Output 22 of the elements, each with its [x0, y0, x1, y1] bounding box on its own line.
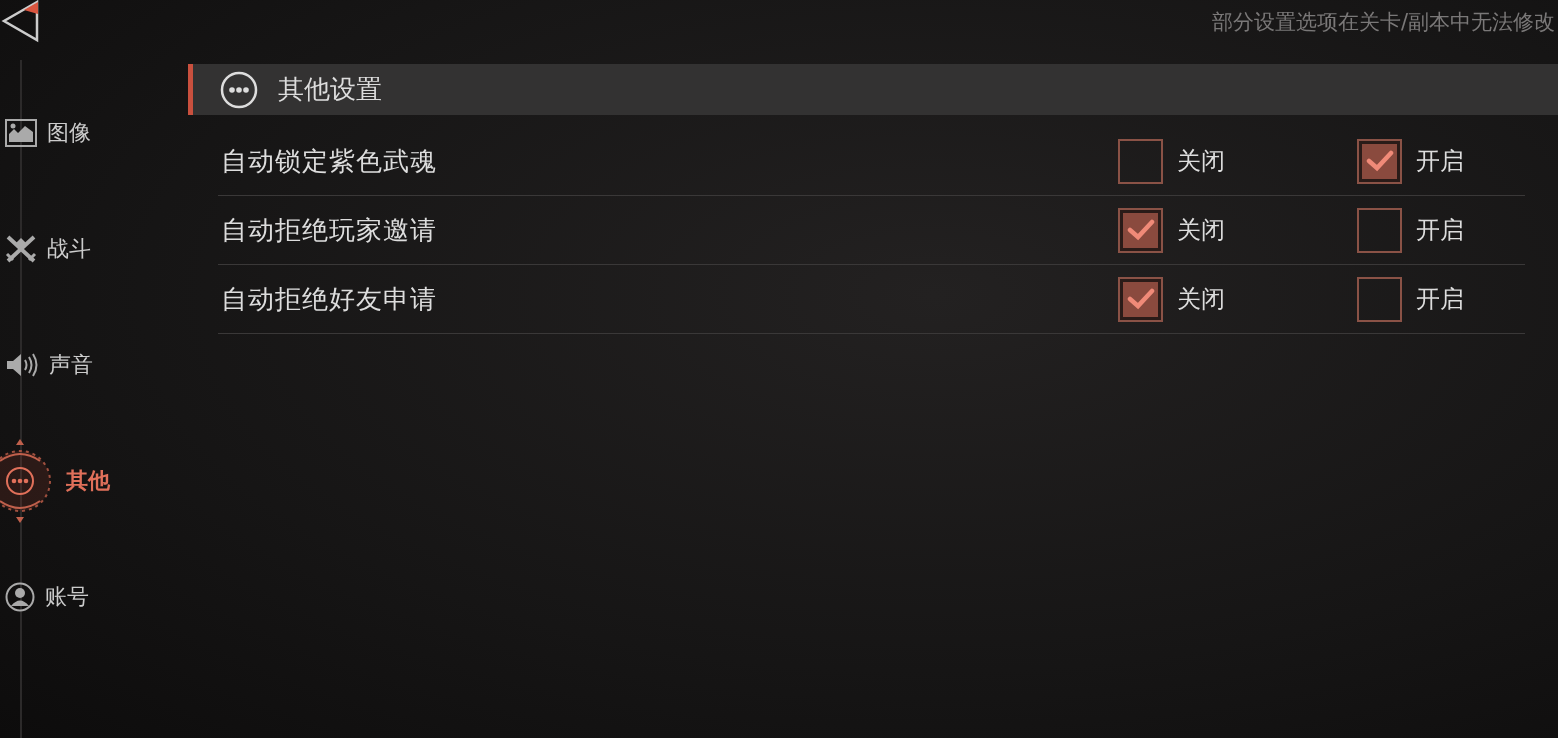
notice-text: 部分设置选项在关卡/副本中无法修改 — [1211, 10, 1555, 34]
sidebar-tab[interactable]: 声音 — [0, 349, 99, 381]
setting-label: 自动拒绝好友申请 — [220, 282, 438, 316]
option-label: 关闭 — [1177, 146, 1225, 177]
picture-icon — [5, 119, 37, 147]
setting-label: 自动拒绝玩家邀请 — [220, 213, 438, 247]
option-label: 开启 — [1416, 284, 1464, 315]
option-label: 开启 — [1416, 215, 1464, 246]
sidebar-tab[interactable]: 账号 — [0, 581, 95, 613]
more-icon — [220, 70, 258, 109]
option-label: 关闭 — [1177, 215, 1225, 246]
sidebar-tab[interactable]: 图像 — [0, 117, 97, 149]
option-label: 开启 — [1416, 146, 1464, 177]
crossed-swords-icon — [5, 234, 37, 264]
user-icon — [5, 582, 35, 612]
section-title: 其他设置 — [278, 73, 382, 106]
sidebar-tab[interactable]: 其他 — [0, 436, 116, 526]
speaker-icon — [5, 352, 39, 378]
sidebar-tab[interactable]: 战斗 — [0, 233, 97, 265]
option-label: 关闭 — [1177, 284, 1225, 315]
setting-label: 自动锁定紫色武魂 — [220, 144, 438, 178]
back-button[interactable] — [0, 0, 40, 44]
